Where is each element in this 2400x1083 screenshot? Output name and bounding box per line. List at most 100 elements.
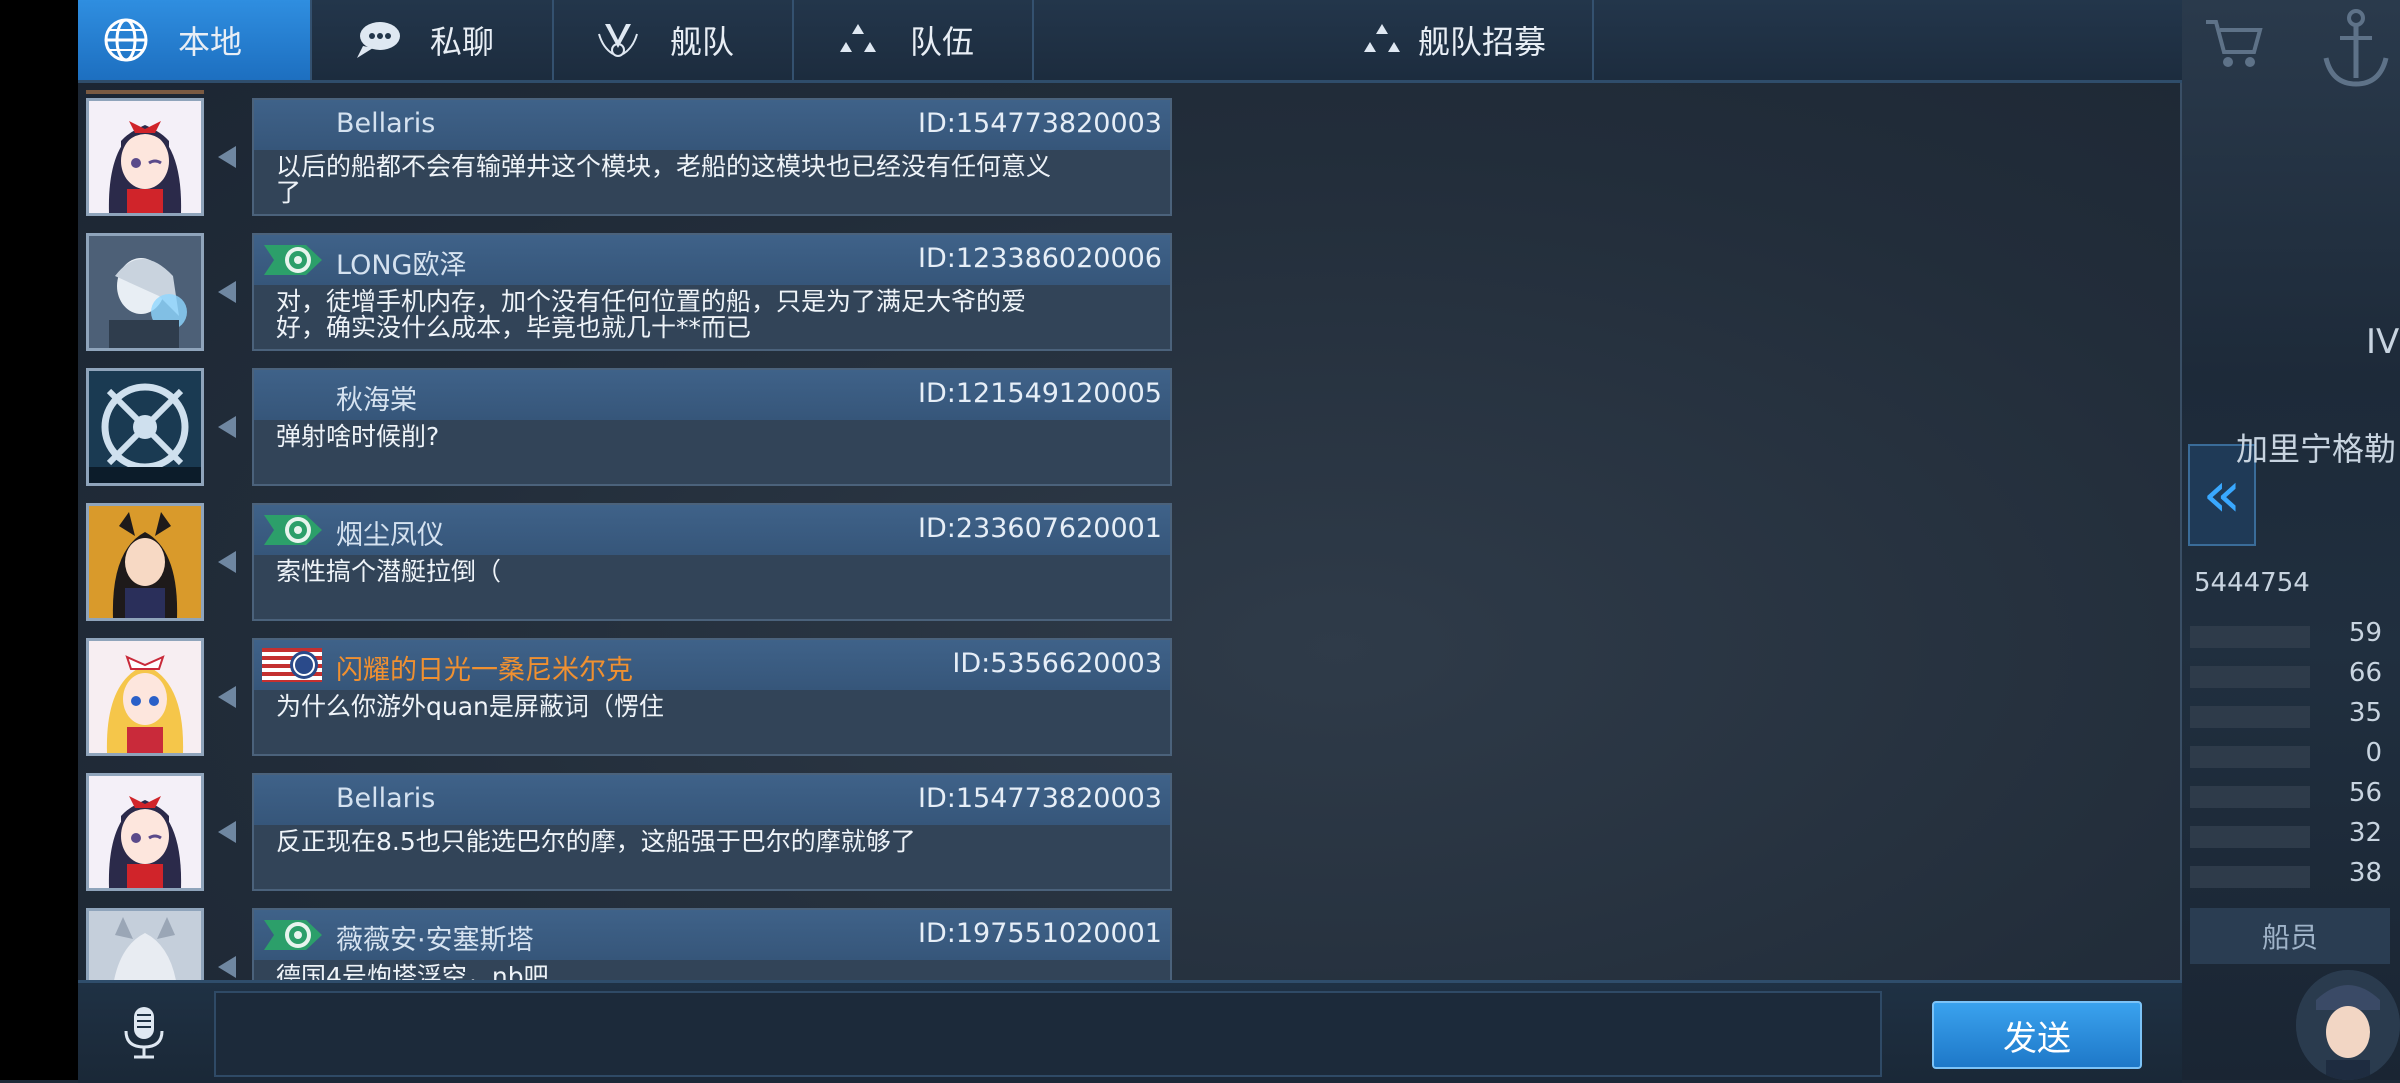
bubble-pointer <box>218 686 236 708</box>
globe-icon <box>98 12 154 68</box>
tab-label: 私聊 <box>430 23 495 61</box>
stat-value: 59 <box>2348 618 2382 648</box>
bubble-pointer <box>218 551 236 573</box>
avatar[interactable] <box>86 638 204 756</box>
stat-row: 38 <box>2190 856 2390 892</box>
message-header: 秋海棠 ID:121549120005 <box>254 370 1170 420</box>
send-button[interactable]: 发送 <box>1932 1001 2142 1069</box>
green-fleet-flag-icon <box>262 511 330 549</box>
chat-bubble-icon <box>350 12 406 68</box>
sender-name[interactable]: 秋海棠 <box>336 378 417 417</box>
message-header: LONG欧泽 ID:123386020006 <box>254 235 1170 285</box>
sender-id: ID:154773820003 <box>918 783 1162 814</box>
bubble-pointer <box>218 821 236 843</box>
stat-row: 35 <box>2190 696 2390 732</box>
list-item: 闪耀的日光一桑尼米尔克 ID:5356620003 为什么你游外quan是屏蔽词… <box>78 630 1178 756</box>
message-bubble[interactable]: 闪耀的日光一桑尼米尔克 ID:5356620003 为什么你游外quan是屏蔽词… <box>252 638 1172 756</box>
tab-fleet[interactable]: 舰队 <box>554 0 794 80</box>
message-bubble[interactable]: 烟尘凤仪 ID:233607620001 索性搞个潜艇拉倒（ <box>252 503 1172 621</box>
stat-value: 0 <box>2365 738 2382 768</box>
message-bubble[interactable]: Bellaris ID:154773820003 反正现在8.5也只能选巴尔的摩… <box>252 773 1172 891</box>
sender-name[interactable]: 烟尘凤仪 <box>336 513 444 552</box>
stat-value: 32 <box>2348 818 2382 848</box>
stat-bar <box>2190 826 2310 848</box>
tab-bar: 本地 私聊 舰队 队伍 舰队招募 <box>78 0 2182 83</box>
bubble-pointer <box>218 416 236 438</box>
message-text: 对，徒增手机内存，加个没有任何位置的船，只是为了满足大爷的爱好，确实没什么成本，… <box>276 287 1027 342</box>
stat-bar <box>2190 786 2310 808</box>
list-item: Bellaris ID:154773820003 反正现在8.5也只能选巴尔的摩… <box>78 765 1178 891</box>
list-item: Bellaris ID:154773820003 以后的船都不会有输弹井这个模块… <box>78 90 1178 216</box>
sender-name[interactable]: Bellaris <box>336 108 435 139</box>
tab-label: 本地 <box>178 23 243 61</box>
message-list[interactable]: Bellaris ID:154773820003 以后的船都不会有输弹井这个模块… <box>78 90 1178 980</box>
anchor-icon[interactable] <box>2320 6 2392 90</box>
sender-name[interactable]: LONG欧泽 <box>336 243 466 282</box>
microphone-icon[interactable] <box>114 1003 174 1063</box>
stat-row: 56 <box>2190 776 2390 812</box>
stat-value: 35 <box>2348 698 2382 728</box>
crew-button[interactable]: 船员 <box>2190 908 2390 964</box>
message-bubble[interactable]: 秋海棠 ID:121549120005 弹射啥时候削? <box>252 368 1172 486</box>
tab-team[interactable]: 队伍 <box>794 0 1034 80</box>
message-header: Bellaris ID:154773820003 <box>254 775 1170 825</box>
shopping-cart-icon[interactable] <box>2204 16 2264 72</box>
stat-bar <box>2190 866 2310 888</box>
sender-id: ID:233607620001 <box>918 513 1162 544</box>
message-header: 薇薇安·安塞斯塔 ID:197551020001 <box>254 910 1170 960</box>
tab-fleet-recruit[interactable]: 舰队招募 <box>1034 0 1594 80</box>
player-id: 5444754 <box>2194 568 2310 598</box>
sender-id: ID:123386020006 <box>918 243 1162 274</box>
message-text: 为什么你游外quan是屏蔽词（愣住 <box>276 692 664 721</box>
message-bubble[interactable]: 薇薇安·安塞斯塔 ID:197551020001 德国4号炮塔浮空，nb吧 <box>252 908 1172 980</box>
sender-name[interactable]: Bellaris <box>336 783 435 814</box>
avatar[interactable] <box>86 773 204 891</box>
tab-label: 舰队招募 <box>1418 23 1547 61</box>
list-item: LONG欧泽 ID:123386020006 对，徒增手机内存，加个没有任何位置… <box>78 225 1178 351</box>
stat-row: 0 <box>2190 736 2390 772</box>
stat-bar <box>2190 666 2310 688</box>
sender-id: ID:154773820003 <box>918 108 1162 139</box>
stat-row: 59 <box>2190 616 2390 652</box>
stat-value: 66 <box>2348 658 2382 688</box>
message-bubble[interactable]: LONG欧泽 ID:123386020006 对，徒增手机内存，加个没有任何位置… <box>252 233 1172 351</box>
sender-name[interactable]: 薇薇安·安塞斯塔 <box>336 918 534 957</box>
message-bubble[interactable]: Bellaris ID:154773820003 以后的船都不会有输弹井这个模块… <box>252 98 1172 216</box>
chat-input[interactable] <box>214 991 1882 1077</box>
bubble-pointer <box>218 146 236 168</box>
message-text: 反正现在8.5也只能选巴尔的摩，这船强于巴尔的摩就够了 <box>276 827 916 856</box>
stat-bar <box>2190 626 2310 648</box>
usa-flag-icon <box>262 646 330 684</box>
team-dots-icon <box>1354 12 1410 68</box>
avatar[interactable] <box>86 98 204 216</box>
message-header: Bellaris ID:154773820003 <box>254 100 1170 150</box>
green-fleet-flag-icon <box>262 916 330 954</box>
bubble-pointer <box>218 956 236 978</box>
captain-avatar[interactable] <box>2296 970 2400 1080</box>
tab-private[interactable]: 私聊 <box>314 0 554 80</box>
stat-row: 66 <box>2190 656 2390 692</box>
ship-tier: IV <box>2366 322 2400 362</box>
stat-bar <box>2190 746 2310 768</box>
tab-label: 队伍 <box>910 23 975 61</box>
avatar[interactable] <box>86 233 204 351</box>
message-text: 德国4号炮塔浮空，nb吧 <box>276 962 549 981</box>
stat-value: 38 <box>2348 858 2382 888</box>
screen-left-edge <box>0 0 78 1080</box>
input-bar: 发送 <box>78 980 2182 1083</box>
green-fleet-flag-icon <box>262 241 330 279</box>
stat-row: 32 <box>2190 816 2390 852</box>
message-text: 以后的船都不会有输弹井这个模块，老船的这模块也已经没有任何意义了 <box>276 152 1052 207</box>
sender-id: ID:197551020001 <box>918 918 1162 949</box>
stat-bar <box>2190 706 2310 728</box>
message-text: 弹射啥时候削? <box>276 422 440 451</box>
tab-local[interactable]: 本地 <box>78 0 312 80</box>
avatar[interactable] <box>86 368 204 486</box>
sender-id: ID:5356620003 <box>952 648 1162 679</box>
list-item: 薇薇安·安塞斯塔 ID:197551020001 德国4号炮塔浮空，nb吧 <box>78 900 1178 980</box>
message-header: 闪耀的日光一桑尼米尔克 ID:5356620003 <box>254 640 1170 690</box>
sender-name[interactable]: 闪耀的日光一桑尼米尔克 <box>336 648 633 687</box>
avatar[interactable] <box>86 908 204 980</box>
avatar[interactable] <box>86 503 204 621</box>
ship-name: 加里宁格勒 <box>2236 430 2397 468</box>
